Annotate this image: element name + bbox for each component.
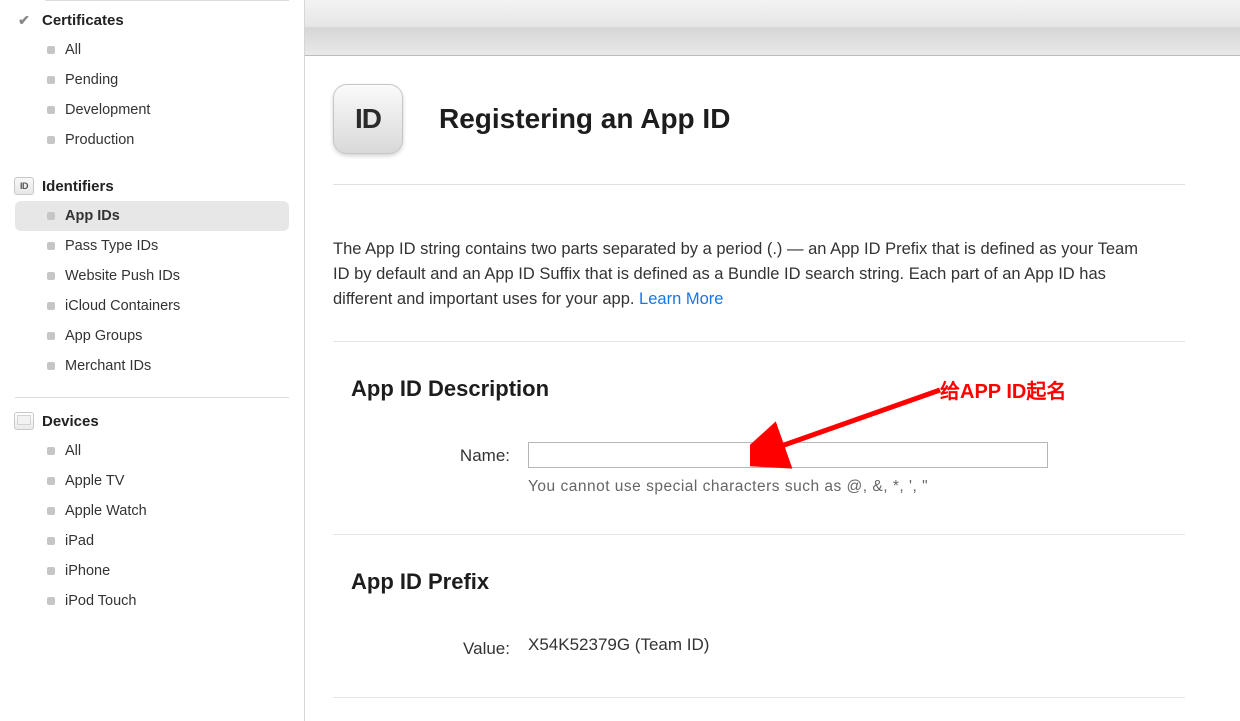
sidebar-item-label: iPhone	[65, 563, 110, 579]
sidebar-item-label: Production	[65, 132, 134, 148]
divider	[333, 184, 1185, 185]
main-content: ID Registering an App ID The App ID stri…	[305, 0, 1240, 721]
bullet-icon	[47, 272, 55, 280]
section-heading-prefix: App ID Prefix	[351, 569, 1185, 595]
team-id-value: X54K52379G (Team ID)	[528, 635, 1185, 655]
sidebar-item-label: Pass Type IDs	[65, 238, 158, 254]
name-input[interactable]	[528, 442, 1048, 468]
bullet-icon	[47, 332, 55, 340]
sidebar-item-label: Apple Watch	[65, 503, 147, 519]
sidebar-section-label: Identifiers	[42, 178, 114, 195]
bullet-icon	[47, 362, 55, 370]
sidebar-item-devices-ipod-touch[interactable]: iPod Touch	[15, 586, 289, 616]
divider	[333, 341, 1185, 342]
bullet-icon	[47, 447, 55, 455]
sidebar-item-website-push-ids[interactable]: Website Push IDs	[15, 261, 289, 291]
sidebar-item-label: All	[65, 42, 81, 58]
content-area: ID Registering an App ID The App ID stri…	[305, 56, 1240, 698]
bullet-icon	[47, 567, 55, 575]
learn-more-link[interactable]: Learn More	[639, 290, 723, 308]
sidebar-item-app-groups[interactable]: App Groups	[15, 321, 289, 351]
sidebar-section-devices[interactable]: Devices	[0, 402, 304, 436]
bullet-icon	[47, 106, 55, 114]
name-helper-text: You cannot use special characters such a…	[528, 478, 1185, 496]
divider	[15, 397, 289, 398]
sidebar-item-certificates-pending[interactable]: Pending	[15, 65, 289, 95]
sidebar-list-certificates: All Pending Development Production	[0, 35, 304, 167]
sidebar-item-label: All	[65, 443, 81, 459]
sidebar-item-label: App Groups	[65, 328, 142, 344]
bullet-icon	[47, 136, 55, 144]
bullet-icon	[47, 507, 55, 515]
sidebar-item-label: Website Push IDs	[65, 268, 180, 284]
sidebar-item-label: Pending	[65, 72, 118, 88]
sidebar-list-identifiers: App IDs Pass Type IDs Website Push IDs i…	[0, 201, 304, 393]
sidebar-item-label: Apple TV	[65, 473, 124, 489]
section-heading-description: App ID Description	[351, 376, 1185, 402]
page-title: Registering an App ID	[439, 103, 730, 135]
sidebar-item-certificates-development[interactable]: Development	[15, 95, 289, 125]
bullet-icon	[47, 597, 55, 605]
sidebar: Certificates All Pending Development Pro…	[0, 0, 305, 721]
sidebar-item-devices-apple-watch[interactable]: Apple Watch	[15, 496, 289, 526]
sidebar-item-app-ids[interactable]: App IDs	[15, 201, 289, 231]
bullet-icon	[47, 212, 55, 220]
certificate-icon	[14, 11, 34, 29]
name-label: Name:	[333, 442, 528, 466]
sidebar-item-certificates-production[interactable]: Production	[15, 125, 289, 155]
page-header: ID Registering an App ID	[333, 84, 1185, 184]
sidebar-item-certificates-all[interactable]: All	[15, 35, 289, 65]
sidebar-section-identifiers[interactable]: Identifiers	[0, 167, 304, 201]
sidebar-item-pass-type-ids[interactable]: Pass Type IDs	[15, 231, 289, 261]
value-label: Value:	[333, 635, 528, 659]
bullet-icon	[47, 302, 55, 310]
sidebar-item-label: iPad	[65, 533, 94, 549]
sidebar-item-icloud-containers[interactable]: iCloud Containers	[15, 291, 289, 321]
divider	[333, 697, 1185, 698]
sidebar-item-label: App IDs	[65, 208, 120, 224]
id-badge-icon: ID	[333, 84, 403, 154]
sidebar-item-devices-all[interactable]: All	[15, 436, 289, 466]
form-row-name: Name: You cannot use special characters …	[333, 442, 1185, 496]
sidebar-item-label: iPod Touch	[65, 593, 136, 609]
device-icon	[14, 412, 34, 430]
sidebar-item-merchant-ids[interactable]: Merchant IDs	[15, 351, 289, 381]
sidebar-section-label: Devices	[42, 413, 99, 430]
sidebar-item-devices-apple-tv[interactable]: Apple TV	[15, 466, 289, 496]
sidebar-section-label: Certificates	[42, 12, 124, 29]
bullet-icon	[47, 46, 55, 54]
bullet-icon	[47, 242, 55, 250]
bullet-icon	[47, 76, 55, 84]
sidebar-item-label: iCloud Containers	[65, 298, 180, 314]
toolbar-gradient	[305, 0, 1240, 56]
bullet-icon	[47, 477, 55, 485]
sidebar-item-label: Development	[65, 102, 150, 118]
sidebar-item-devices-ipad[interactable]: iPad	[15, 526, 289, 556]
intro-text: The App ID string contains two parts sep…	[333, 240, 1138, 308]
intro-paragraph: The App ID string contains two parts sep…	[333, 237, 1153, 311]
form-row-value: Value: X54K52379G (Team ID)	[333, 635, 1185, 659]
sidebar-item-devices-iphone[interactable]: iPhone	[15, 556, 289, 586]
bullet-icon	[47, 537, 55, 545]
id-badge-text: ID	[355, 103, 381, 135]
sidebar-section-certificates[interactable]: Certificates	[0, 1, 304, 35]
sidebar-item-label: Merchant IDs	[65, 358, 151, 374]
divider	[333, 534, 1185, 535]
id-icon	[14, 177, 34, 195]
sidebar-list-devices: All Apple TV Apple Watch iPad iPhone iPo…	[0, 436, 304, 628]
